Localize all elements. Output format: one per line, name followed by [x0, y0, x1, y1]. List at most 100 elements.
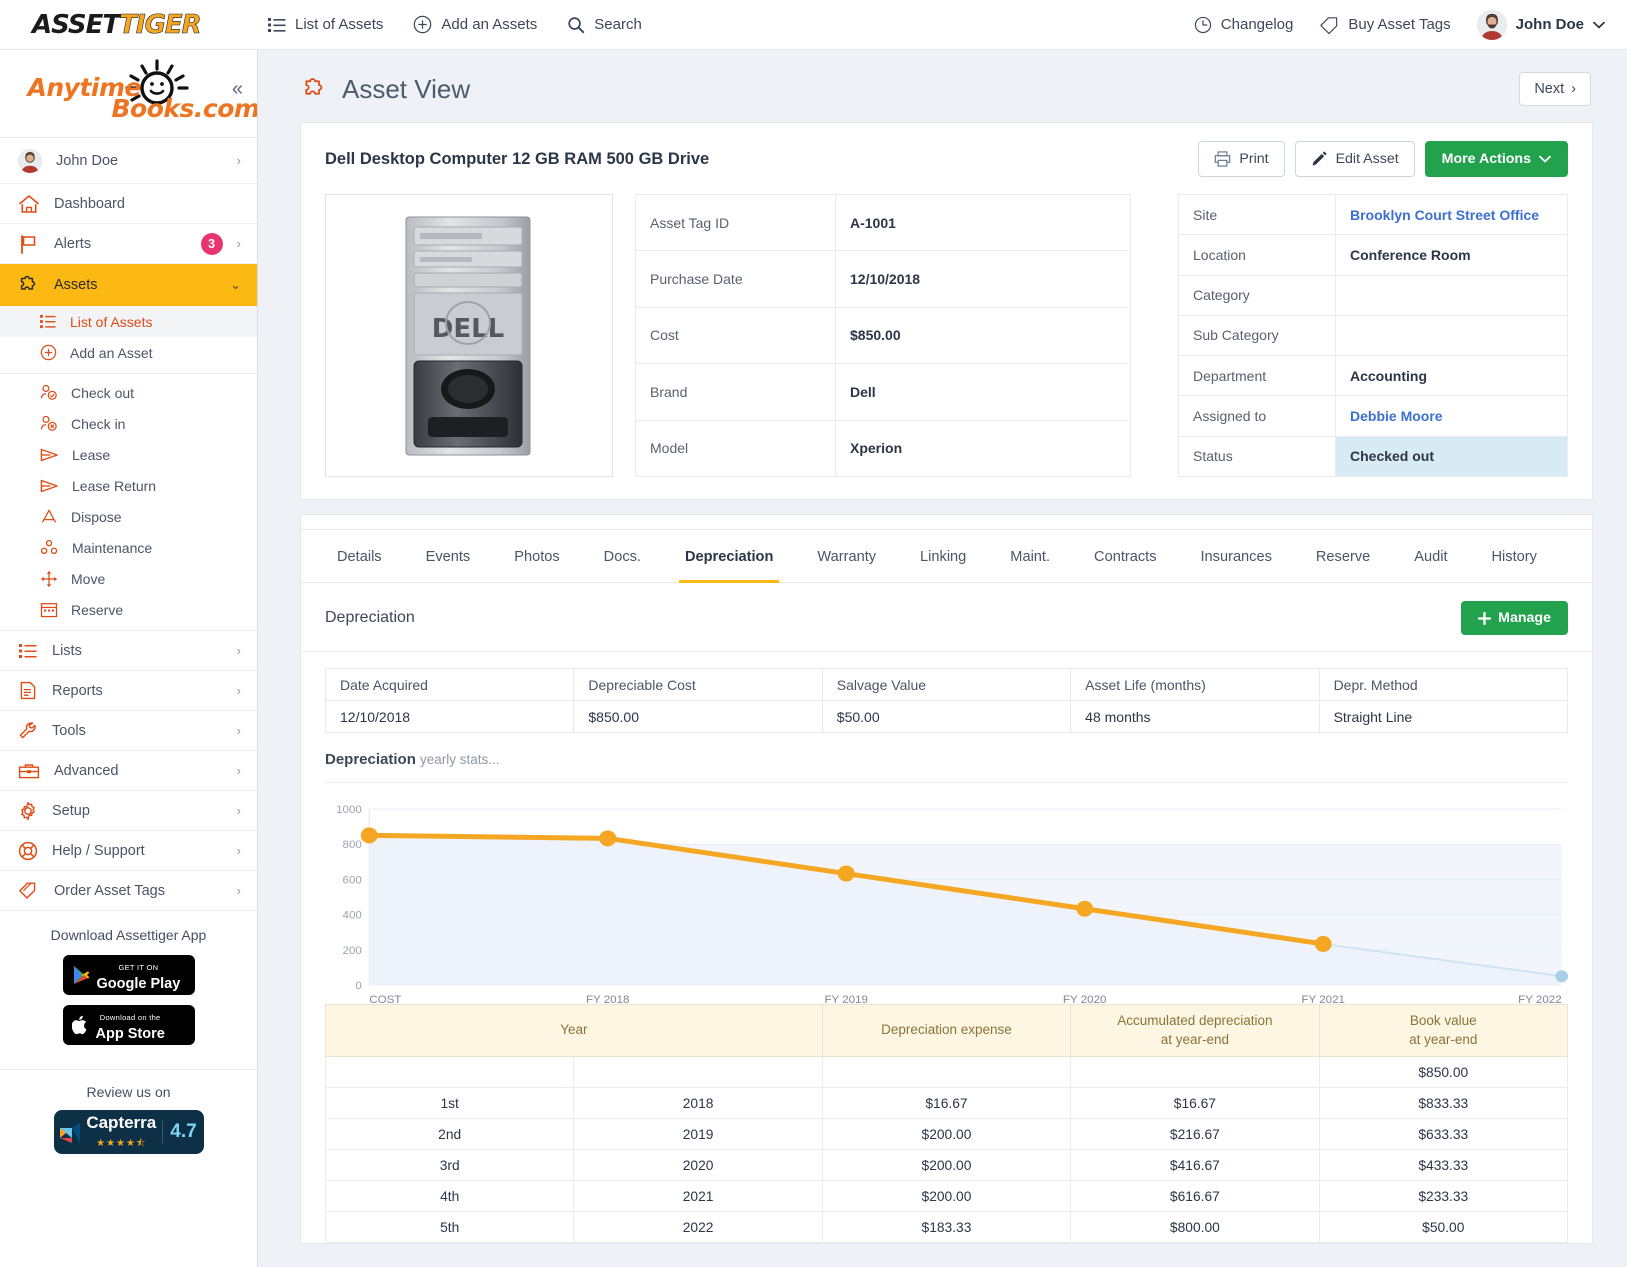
sidebar-item-lease[interactable]: Lease [0, 439, 257, 470]
capterra-name: Capterra [86, 1113, 156, 1132]
sidebar-item-maintenance-label: Maintenance [72, 540, 152, 556]
move-icon [40, 570, 58, 588]
site-link[interactable]: Brooklyn Court Street Office [1350, 207, 1539, 223]
tab-audit[interactable]: Audit [1392, 530, 1469, 582]
sidebar-item-help-support-label: Help / Support [52, 843, 223, 859]
sidebar-item-list-of-assets[interactable]: List of Assets [0, 306, 257, 337]
anytimebooks-logo[interactable]: Anytime Books.com « [0, 50, 257, 138]
sidebar-item-help-support[interactable]: Help / Support › [0, 831, 257, 871]
toolbox-icon [18, 762, 40, 780]
tags-icon [18, 881, 40, 900]
field-key: Department [1179, 356, 1336, 396]
asset-left-info-table: Asset Tag ID A-1001 Purchase Date 12/10/… [635, 194, 1131, 477]
topnav-search[interactable]: Search [567, 16, 642, 34]
edit-asset-button[interactable]: Edit Asset [1295, 141, 1415, 177]
sidebar-item-advanced[interactable]: Advanced › [0, 751, 257, 791]
print-button[interactable]: Print [1198, 141, 1284, 177]
sidebar-item-move[interactable]: Move [0, 563, 257, 594]
asset-summary-card: Dell Desktop Computer 12 GB RAM 500 GB D… [300, 122, 1593, 500]
gear-icon [18, 801, 38, 821]
field-key: Status [1179, 436, 1336, 476]
tab-photos[interactable]: Photos [492, 530, 581, 582]
asset-photo[interactable]: DELL [325, 194, 613, 477]
capterra-badge[interactable]: Capterra ★★★★⯪ 4.7 [54, 1110, 204, 1154]
sidebar-item-check-out[interactable]: Check out [0, 377, 257, 408]
tab-details[interactable]: Details [315, 530, 404, 582]
cell-asset-life: 48 months [1071, 701, 1319, 733]
tab-insurances[interactable]: Insurances [1179, 530, 1294, 582]
topnav-list-of-assets[interactable]: List of Assets [268, 16, 383, 33]
cell-ordinal: 3rd [326, 1150, 574, 1181]
chevron-right-icon: › [237, 723, 241, 738]
cell-accumulated: $800.00 [1071, 1212, 1319, 1243]
assettiger-logo[interactable]: ASSETTIGER [0, 10, 258, 40]
sidebar-item-setup[interactable]: Setup › [0, 791, 257, 831]
tab-docs[interactable]: Docs. [582, 530, 663, 582]
brand-tiger-text: TIGER [119, 10, 201, 40]
sidebar-item-check-in[interactable]: Check in [0, 408, 257, 439]
manage-button[interactable]: Manage [1461, 601, 1568, 635]
chevron-down-icon [1593, 21, 1605, 29]
field-key: Sub Category [1179, 315, 1336, 355]
field-key: Asset Tag ID [636, 195, 836, 251]
next-button[interactable]: Next › [1519, 72, 1591, 106]
table-header-row: Date Acquired Depreciable Cost Salvage V… [326, 669, 1568, 701]
table-row: Asset Tag ID A-1001 [636, 195, 1131, 251]
table-row: Category [1179, 275, 1568, 315]
sidebar-item-move-label: Move [71, 571, 105, 587]
sidebar-item-tools[interactable]: Tools › [0, 711, 257, 751]
google-play-icon [72, 965, 90, 985]
main-content: Asset View Next › Dell Desktop Computer … [258, 50, 1627, 1267]
sidebar-item-dispose[interactable]: Dispose [0, 501, 257, 532]
field-key: Cost [636, 307, 836, 363]
tab-warranty[interactable]: Warranty [795, 530, 898, 582]
tab-events[interactable]: Events [404, 530, 493, 582]
sidebar-item-maintenance[interactable]: Maintenance [0, 532, 257, 563]
sidebar-item-reports[interactable]: Reports › [0, 671, 257, 711]
app-store-badge[interactable]: Download on the App Store [63, 1005, 195, 1045]
recycle-icon [40, 508, 58, 525]
tab-depreciation[interactable]: Depreciation [663, 530, 795, 582]
sidebar-item-reserve-label: Reserve [71, 602, 123, 618]
topnav-changelog[interactable]: Changelog [1194, 16, 1294, 34]
collapse-sidebar-button[interactable]: « [232, 78, 243, 101]
sidebar-item-alerts-label: Alerts [54, 236, 187, 252]
tab-history[interactable]: History [1470, 530, 1559, 582]
sidebar-item-lease-return[interactable]: Lease Return [0, 470, 257, 501]
review-block: Review us on Capterra ★★★★⯪ 4.7 [0, 1070, 257, 1164]
sidebar-item-user[interactable]: John Doe › [0, 138, 257, 184]
field-value [1336, 275, 1568, 315]
puzzle-icon [302, 77, 328, 101]
page-header: Asset View Next › [258, 50, 1627, 122]
svg-text:DELL: DELL [432, 314, 504, 344]
asset-right-info-table: Site Brooklyn Court Street Office Locati… [1178, 194, 1568, 477]
sidebar-item-add-an-asset[interactable]: Add an Asset [0, 337, 257, 368]
topnav-changelog-label: Changelog [1221, 16, 1294, 33]
tab-reserve[interactable]: Reserve [1294, 530, 1392, 582]
sidebar-item-dashboard[interactable]: Dashboard [0, 184, 257, 224]
google-play-badge[interactable]: GET IT ON Google Play [63, 955, 195, 995]
table-row: Sub Category [1179, 315, 1568, 355]
sidebar-item-order-asset-tags[interactable]: Order Asset Tags › [0, 871, 257, 911]
chevron-right-icon: › [1571, 81, 1576, 97]
table-row: Cost $850.00 [636, 307, 1131, 363]
tab-contracts[interactable]: Contracts [1072, 530, 1178, 582]
sidebar-item-reserve[interactable]: Reserve [0, 594, 257, 625]
topnav-buy-asset-tags[interactable]: Buy Asset Tags [1319, 16, 1450, 34]
sidebar-item-lists[interactable]: Lists › [0, 631, 257, 671]
sidebar-item-alerts[interactable]: Alerts 3 › [0, 224, 257, 264]
topnav-add-an-asset[interactable]: Add an Assets [413, 15, 537, 34]
sidebar-item-add-an-asset-label: Add an Asset [70, 345, 153, 361]
cell-year: 2022 [574, 1212, 822, 1243]
user-menu[interactable]: John Doe [1477, 10, 1605, 40]
tab-linking[interactable]: Linking [898, 530, 988, 582]
sidebar-item-assets[interactable]: Assets ⌄ [0, 264, 257, 306]
edit-asset-button-label: Edit Asset [1336, 151, 1399, 167]
table-row: Model Xperion [636, 420, 1131, 476]
more-actions-button[interactable]: More Actions [1425, 141, 1568, 177]
cell-year: 2019 [574, 1119, 822, 1150]
assigned-to-link[interactable]: Debbie Moore [1350, 408, 1443, 424]
tab-maint[interactable]: Maint. [988, 530, 1072, 582]
app-root: ASSETTIGER List of Assets Add an Assets … [0, 0, 1627, 1267]
list-icon [40, 314, 57, 329]
